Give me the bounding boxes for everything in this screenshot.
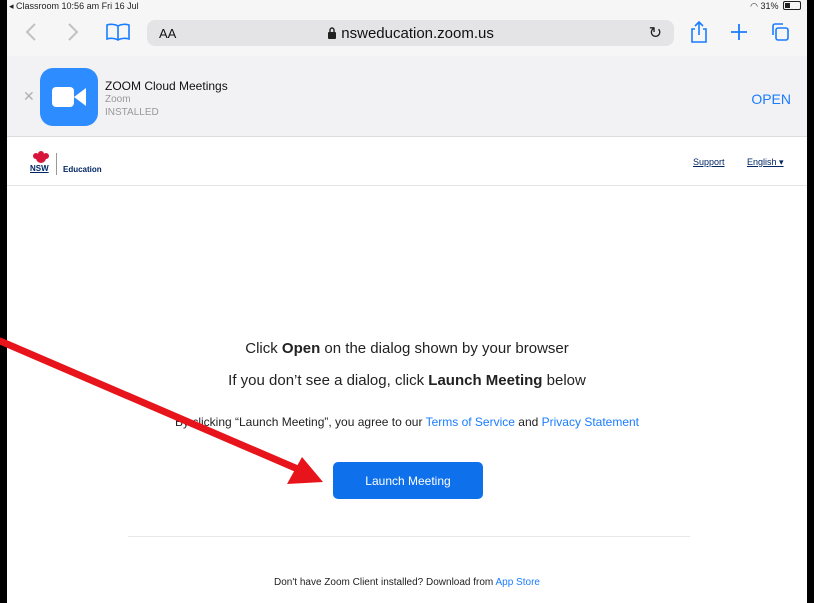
battery-icon (783, 1, 801, 10)
app-name: ZOOM Cloud Meetings (105, 79, 228, 93)
address-bar[interactable]: AA nsweducation.zoom.us ↻ (147, 20, 674, 46)
caret-down-icon: ▾ (779, 157, 784, 167)
browser-toolbar: AA nsweducation.zoom.us ↻ (7, 12, 807, 56)
status-time: 10:56 am (61, 1, 100, 11)
smart-app-banner: ✕ ZOOM Cloud Meetings Zoom INSTALLED OPE… (7, 56, 807, 137)
app-status: INSTALLED (105, 107, 159, 118)
bookmarks-icon[interactable] (106, 23, 130, 46)
zoom-app-icon (40, 68, 98, 126)
lock-icon (327, 25, 341, 42)
ipad-screen: ◂ Classroom 10:56 am Fri 16 Jul ◠ 31% AA (7, 0, 807, 603)
instruction-line-1: Click Open on the dialog shown by your b… (245, 340, 569, 357)
share-icon[interactable] (690, 20, 708, 49)
site-header: NSW Education Support English ▾ (7, 137, 807, 186)
close-icon[interactable]: ✕ (23, 88, 35, 105)
app-store-link[interactable]: App Store (495, 577, 539, 588)
divider (128, 536, 690, 537)
language-select[interactable]: English ▾ (747, 157, 784, 168)
battery-percent: 31% (760, 1, 779, 11)
url-text: nsweducation.zoom.us (341, 25, 494, 42)
download-prompt: Don't have Zoom Client installed? Downlo… (274, 577, 540, 588)
back-to-app-link[interactable]: ◂ Classroom (9, 1, 59, 11)
wifi-icon: ◠ (750, 1, 758, 11)
launch-meeting-button[interactable]: Launch Meeting (333, 462, 483, 499)
new-tab-icon[interactable] (729, 22, 749, 47)
agreement-text: By clicking “Launch Meeting”, you agree … (174, 415, 640, 429)
support-link[interactable]: Support (693, 157, 725, 167)
forward-button[interactable] (67, 22, 79, 47)
privacy-link[interactable]: Privacy Statement (542, 415, 639, 429)
terms-link[interactable]: Terms of Service (426, 415, 515, 429)
logo-divider (56, 153, 57, 175)
tabs-overview-icon[interactable] (770, 22, 790, 47)
nsw-logo-text: NSW (30, 164, 49, 173)
instruction-line-2: If you don’t see a dialog, click Launch … (228, 372, 586, 389)
back-button[interactable] (25, 22, 37, 47)
waratah-logo-icon (33, 151, 49, 163)
open-app-button[interactable]: OPEN (751, 91, 791, 107)
app-developer: Zoom (105, 94, 131, 105)
status-date: Fri 16 Jul (101, 1, 139, 11)
reload-icon[interactable]: ↻ (649, 23, 662, 43)
department-name: Education (63, 165, 102, 174)
status-bar: ◂ Classroom 10:56 am Fri 16 Jul ◠ 31% (7, 0, 807, 12)
